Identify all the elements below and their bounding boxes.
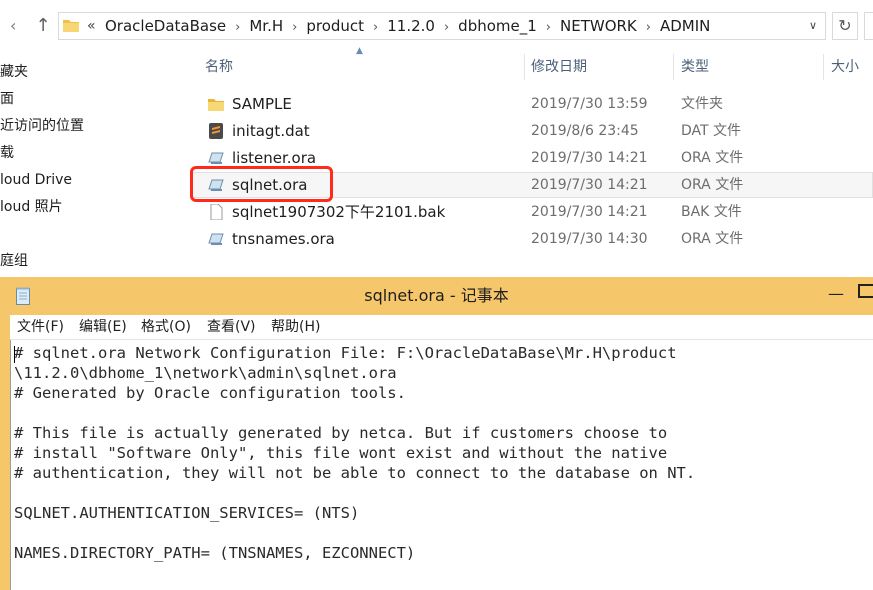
minimize-icon[interactable]: — [825, 282, 847, 306]
ora-file-icon [208, 152, 224, 164]
menu-edit[interactable]: 编辑(E) [79, 315, 127, 339]
sort-ascending-icon: ▲ [356, 46, 363, 56]
file-date: 2019/8/6 23:45 [531, 123, 639, 139]
navigation-pane: 藏夹 面 近访问的位置 载 loud Drive loud 照片 庭组 [0, 52, 182, 290]
file-name: initagt.dat [232, 122, 310, 140]
text-caret [14, 346, 15, 363]
crumb-product[interactable]: product [306, 17, 364, 35]
notepad-window: sqlnet.ora - 记事本 — 文件(F) 编辑(E) 格式(O) 查看(… [0, 277, 873, 590]
crumb-separator-icon[interactable]: › [373, 20, 378, 35]
file-name: SAMPLE [232, 95, 292, 113]
column-header-type[interactable]: 类型 [681, 54, 709, 80]
crumb-mrh[interactable]: Mr.H [249, 17, 283, 35]
file-row-sqlnet-bak[interactable]: sqlnet1907302下午2101.bak 2019/7/30 14:21 … [192, 199, 873, 225]
menu-file[interactable]: 文件(F) [17, 315, 64, 339]
file-type: BAK 文件 [681, 204, 742, 220]
file-date: 2019/7/30 13:59 [531, 96, 648, 112]
nav-item-recent[interactable]: 近访问的位置 [0, 115, 84, 137]
nav-item-desktop[interactable]: 面 [0, 88, 14, 110]
nav-item-downloads[interactable]: 载 [0, 142, 14, 164]
folder-icon [208, 99, 224, 111]
crumb-version[interactable]: 11.2.0 [387, 17, 435, 35]
column-divider[interactable] [524, 54, 525, 80]
file-name: tnsnames.ora [232, 230, 335, 248]
column-divider[interactable] [823, 54, 824, 80]
menu-view[interactable]: 查看(V) [207, 315, 256, 339]
file-content[interactable]: # sqlnet.ora Network Configuration File:… [14, 343, 695, 563]
file-date: 2019/7/30 14:21 [531, 204, 648, 220]
crumb-separator-icon[interactable]: › [646, 20, 651, 35]
file-date: 2019/7/30 14:21 [531, 150, 648, 166]
breadcrumb-items: OracleDataBase › Mr.H › product › 11.2.0 › dbhom… [105, 13, 710, 39]
file-type: ORA 文件 [681, 231, 744, 247]
nav-item-icloud-photos[interactable]: loud 照片 [0, 196, 63, 218]
breadcrumb[interactable]: « OracleDataBase › Mr.H › product › 11.2.0 › dbh… [58, 12, 826, 40]
up-arrow-icon[interactable]: ↑ [34, 14, 52, 38]
blank-file-icon [210, 204, 223, 220]
highlight-annotation-box [190, 166, 333, 202]
file-type: 文件夹 [681, 96, 723, 112]
back-arrow-icon[interactable]: ‹ [10, 16, 30, 36]
maximize-icon[interactable] [858, 284, 873, 298]
crumb-oracledatabase[interactable]: OracleDataBase [105, 17, 226, 35]
column-header-date[interactable]: 修改日期 [531, 54, 587, 80]
notepad-menu-bar: 文件(F) 编辑(E) 格式(O) 查看(V) 帮助(H) [10, 315, 873, 340]
sublime-file-icon [209, 123, 223, 139]
crumb-admin[interactable]: ADMIN [660, 17, 710, 35]
menu-help[interactable]: 帮助(H) [271, 315, 320, 339]
ora-file-icon [208, 233, 224, 245]
nav-item-favorites[interactable]: 藏夹 [0, 61, 28, 83]
search-box-edge[interactable] [864, 12, 873, 40]
column-divider[interactable] [673, 54, 674, 80]
crumb-dbhome[interactable]: dbhome_1 [458, 17, 537, 35]
file-date: 2019/7/30 14:30 [531, 231, 648, 247]
file-type: ORA 文件 [681, 150, 744, 166]
notepad-title-bar[interactable]: sqlnet.ora - 记事本 — [0, 277, 873, 315]
crumb-separator-icon[interactable]: › [292, 20, 297, 35]
nav-item-homegroup[interactable]: 庭组 [0, 250, 28, 272]
notepad-editor[interactable]: # sqlnet.ora Network Configuration File:… [10, 340, 873, 590]
column-header-name[interactable]: 名称 [205, 54, 233, 80]
crumb-separator-icon[interactable]: › [546, 20, 551, 35]
notepad-title: sqlnet.ora - 记事本 [364, 286, 509, 305]
address-bar-area: ‹ ↑ « OracleDataBase › Mr.H › product › 11.2.0… [0, 0, 873, 52]
file-row-sample[interactable]: SAMPLE 2019/7/30 13:59 文件夹 [192, 91, 873, 117]
file-type: DAT 文件 [681, 123, 742, 139]
chevron-down-icon[interactable]: ∨ [809, 13, 817, 39]
crumb-separator-icon[interactable]: › [444, 20, 449, 35]
crumb-network[interactable]: NETWORK [560, 17, 637, 35]
column-header-size[interactable]: 大小 [831, 54, 859, 80]
file-type: ORA 文件 [681, 177, 744, 193]
menu-format[interactable]: 格式(O) [141, 315, 191, 339]
nav-item-icloud-drive[interactable]: loud Drive [0, 169, 72, 191]
file-row-tnsnames[interactable]: tnsnames.ora 2019/7/30 14:30 ORA 文件 [192, 226, 873, 252]
overflow-chevron[interactable]: « [87, 13, 96, 39]
file-name: sqlnet1907302下午2101.bak [232, 203, 446, 221]
folder-icon [63, 20, 79, 32]
refresh-icon[interactable]: ↻ [832, 12, 858, 40]
file-row-initagt[interactable]: initagt.dat 2019/8/6 23:45 DAT 文件 [192, 118, 873, 144]
crumb-separator-icon[interactable]: › [235, 20, 240, 35]
file-date: 2019/7/30 14:21 [531, 177, 648, 193]
